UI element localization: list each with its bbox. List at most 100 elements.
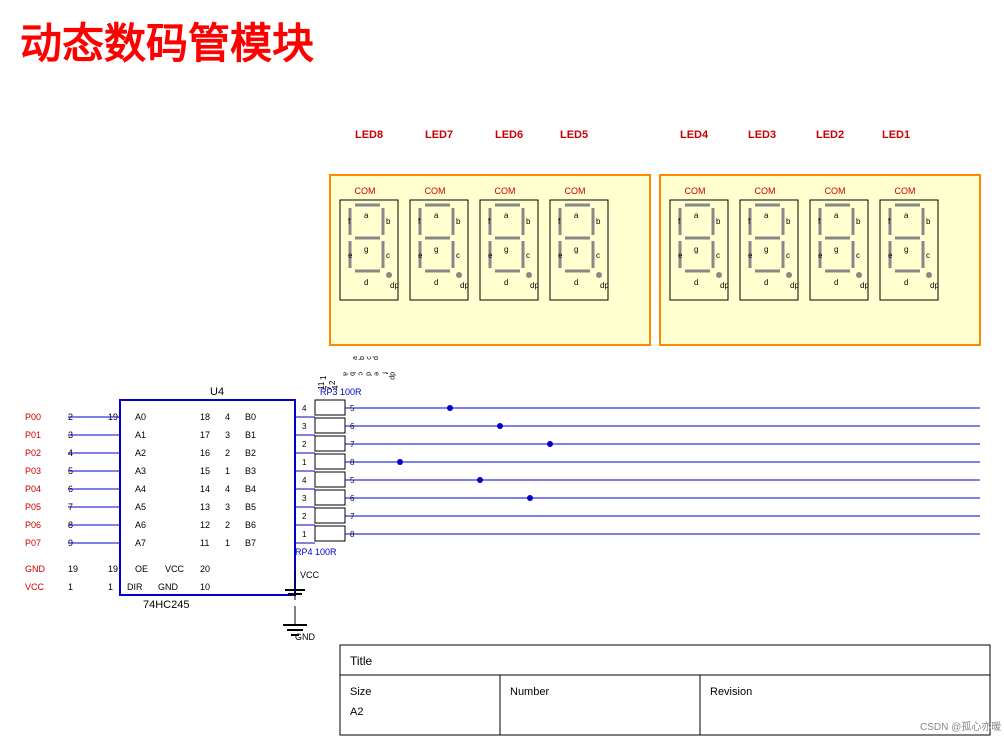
svg-text:18: 18 — [200, 412, 210, 422]
size-label: Size — [350, 686, 371, 698]
gnd-label: GND — [295, 632, 316, 642]
led3-label: LED3 — [748, 129, 776, 141]
svg-text:B6: B6 — [245, 520, 256, 530]
svg-text:1: 1 — [302, 530, 307, 539]
svg-text:e: e — [888, 251, 893, 260]
svg-text:e: e — [348, 251, 353, 260]
svg-text:d: d — [764, 278, 768, 287]
led1-label: LED1 — [882, 129, 910, 141]
port-p07: P07 — [25, 538, 41, 548]
svg-text:16: 16 — [200, 448, 210, 458]
svg-text:5: 5 — [68, 466, 73, 476]
svg-text:7: 7 — [68, 502, 73, 512]
circuit-diagram: LED8 LED7 LED6 LED5 LED4 LED3 LED2 LED1 … — [0, 0, 1004, 740]
svg-text:3: 3 — [68, 430, 73, 440]
svg-text:g: g — [504, 245, 508, 254]
svg-text:9: 9 — [68, 538, 73, 548]
smg1-label: SMG1 — [336, 176, 367, 188]
svg-text:a: a — [574, 211, 579, 220]
svg-text:COM: COM — [755, 186, 776, 196]
svg-text:A0: A0 — [135, 412, 146, 422]
svg-text:20: 20 — [200, 564, 210, 574]
svg-text:d: d — [504, 278, 508, 287]
svg-text:dp: dp — [860, 281, 869, 290]
svg-text:8: 8 — [491, 175, 500, 180]
svg-text:2: 2 — [351, 175, 360, 180]
led2-label: LED2 — [816, 129, 844, 141]
svg-text:A3: A3 — [135, 466, 146, 476]
led6-label: LED6 — [495, 129, 523, 141]
svg-text:dp: dp — [600, 281, 609, 290]
svg-text:a: a — [904, 211, 909, 220]
svg-text:e: e — [748, 251, 753, 260]
main-container: 动态数码管模块 LED8 LED7 LED6 LED5 LED4 LED3 LE… — [0, 0, 1004, 740]
svg-text:3: 3 — [225, 502, 230, 512]
svg-text:9: 9 — [421, 175, 430, 180]
svg-text:11: 11 — [317, 381, 326, 390]
svg-text:g: g — [764, 245, 768, 254]
page-title: 动态数码管模块 — [20, 10, 314, 71]
title-block — [340, 645, 990, 735]
ic-reference-label: U4 — [210, 386, 224, 398]
svg-text:f: f — [488, 217, 491, 226]
svg-text:b: b — [926, 217, 931, 226]
rp4-value: 100R — [315, 547, 337, 557]
svg-text:a: a — [352, 356, 359, 360]
seg-group-2 — [660, 175, 980, 345]
svg-text:2: 2 — [68, 412, 73, 422]
svg-text:5: 5 — [350, 404, 355, 413]
svg-text:B5: B5 — [245, 502, 256, 512]
svg-text:a: a — [764, 211, 769, 220]
svg-text:6: 6 — [559, 175, 568, 180]
svg-text:f: f — [381, 372, 388, 374]
svg-text:14: 14 — [200, 484, 210, 494]
svg-text:A4: A4 — [135, 484, 146, 494]
svg-text:d: d — [364, 278, 368, 287]
svg-text:f: f — [888, 217, 891, 226]
svg-text:2: 2 — [225, 520, 230, 530]
title-label: Title — [350, 654, 373, 668]
svg-text:c: c — [856, 251, 860, 260]
svg-text:dp: dp — [460, 281, 469, 290]
svg-text:COM: COM — [825, 186, 846, 196]
svg-text:6: 6 — [881, 175, 890, 180]
rp3-label: RP3 — [320, 387, 338, 397]
svg-text:4: 4 — [225, 412, 230, 422]
watermark-text: CSDN @孤心亦暖 — [920, 720, 1001, 733]
svg-text:4: 4 — [225, 484, 230, 494]
svg-text:c: c — [786, 251, 790, 260]
svg-text:A7: A7 — [135, 538, 146, 548]
svg-text:2: 2 — [225, 448, 230, 458]
rp3-value: 100R — [340, 387, 362, 397]
seg-display-1: COM f b a g e c d dp — [880, 186, 939, 300]
svg-text:c: c — [357, 372, 364, 376]
svg-text:3: 3 — [302, 494, 307, 503]
svg-text:B7: B7 — [245, 538, 256, 548]
svg-text:8: 8 — [350, 530, 355, 539]
svg-text:f: f — [558, 217, 561, 226]
svg-text:B1: B1 — [245, 430, 256, 440]
svg-text:a: a — [434, 211, 439, 220]
svg-text:b: b — [456, 217, 461, 226]
svg-text:4: 4 — [68, 448, 73, 458]
svg-text:2: 2 — [302, 512, 307, 521]
svg-text:4: 4 — [302, 476, 307, 485]
svg-text:A6: A6 — [135, 520, 146, 530]
svg-text:a: a — [364, 211, 369, 220]
svg-text:B4: B4 — [245, 484, 256, 494]
size-value: A2 — [350, 706, 363, 718]
svg-text:b: b — [856, 217, 861, 226]
svg-text:c: c — [596, 251, 600, 260]
svg-text:B2: B2 — [245, 448, 256, 458]
svg-text:f: f — [748, 217, 751, 226]
seg-display-3: COM f b a g e c d dp — [740, 186, 799, 300]
svg-text:d: d — [904, 278, 908, 287]
svg-text:10: 10 — [200, 582, 210, 592]
svg-text:COM: COM — [355, 186, 376, 196]
svg-text:A5: A5 — [135, 502, 146, 512]
svg-text:COM: COM — [425, 186, 446, 196]
svg-text:d: d — [834, 278, 838, 287]
svg-text:12: 12 — [200, 520, 210, 530]
svg-text:b: b — [786, 217, 791, 226]
led8-label: LED8 — [355, 129, 383, 141]
